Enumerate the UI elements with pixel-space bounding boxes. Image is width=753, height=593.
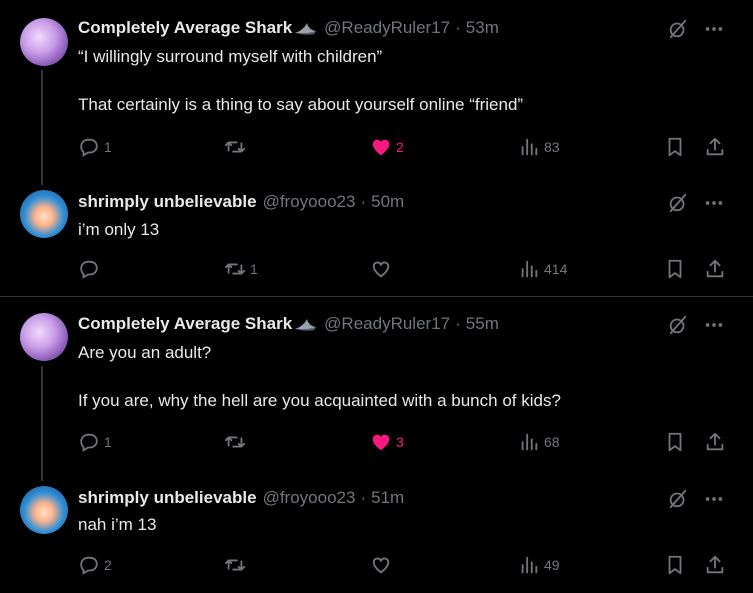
more-icon[interactable] — [703, 192, 725, 214]
display-name[interactable]: Completely Average Shark — [78, 18, 292, 38]
retweet-icon — [224, 263, 246, 275]
bookmark-icon — [668, 137, 682, 157]
retweet-icon — [224, 559, 246, 571]
views-icon — [521, 433, 538, 451]
separator-dot: · — [360, 192, 367, 211]
handle[interactable]: @ReadyRuler17 — [324, 314, 450, 334]
bookmark-button[interactable] — [664, 431, 686, 453]
view-count: 83 — [544, 139, 560, 155]
avatar[interactable] — [20, 18, 68, 66]
more-icon[interactable] — [703, 314, 725, 336]
tweet-text: Are you an adult? If you are, why the he… — [78, 343, 561, 410]
reply-count: 2 — [104, 557, 112, 573]
bookmark-icon — [668, 259, 682, 279]
retweet-count: 1 — [250, 261, 258, 277]
heart-filled-icon — [372, 434, 390, 451]
bookmark-button[interactable] — [664, 554, 686, 576]
like-button[interactable]: 2 — [370, 136, 404, 158]
retweet-button[interactable] — [224, 136, 250, 158]
bookmark-button[interactable] — [664, 258, 686, 280]
reply-icon — [80, 260, 98, 279]
retweet-button[interactable] — [224, 431, 250, 453]
handle[interactable]: @ReadyRuler17 — [324, 18, 450, 38]
grok-icon[interactable] — [667, 314, 689, 336]
reply-icon — [80, 433, 98, 452]
view-count: 414 — [544, 261, 568, 277]
retweet-icon — [224, 141, 246, 153]
separator-dot: · — [455, 18, 461, 37]
like-button[interactable]: 3 — [370, 431, 404, 453]
timestamp[interactable]: 55m — [466, 314, 499, 334]
share-icon — [706, 555, 724, 574]
more-icon[interactable] — [703, 488, 725, 510]
views-icon — [521, 556, 538, 574]
avatar[interactable] — [20, 486, 68, 534]
share-button[interactable] — [704, 554, 726, 576]
reply-count: 1 — [104, 434, 112, 450]
views-button[interactable]: 414 — [518, 258, 567, 280]
retweet-icon — [224, 436, 246, 448]
share-button[interactable] — [704, 136, 726, 158]
reply-count: 1 — [104, 139, 112, 155]
bookmark-icon — [668, 432, 682, 452]
share-icon — [706, 259, 724, 278]
views-button[interactable]: 83 — [518, 136, 560, 158]
separator-dot: · — [455, 314, 461, 333]
timestamp[interactable]: 51m — [371, 488, 404, 508]
share-icon — [706, 432, 724, 451]
heart-icon — [372, 557, 390, 574]
reply-icon — [80, 556, 98, 575]
bookmark-button[interactable] — [664, 136, 686, 158]
tweet[interactable]: shrimply unbelievable @froyooo23 · 50m i… — [0, 176, 753, 296]
like-count: 2 — [396, 139, 404, 155]
bookmark-icon — [668, 555, 682, 575]
handle[interactable]: @froyooo23 — [263, 192, 356, 212]
share-button[interactable] — [704, 431, 726, 453]
tweet-text: nah i’m 13 — [78, 515, 157, 534]
retweet-button[interactable]: 1 — [224, 258, 258, 280]
tweet-text: i’m only 13 — [78, 220, 160, 239]
avatar[interactable] — [20, 313, 68, 361]
like-button[interactable] — [370, 258, 396, 280]
reply-button[interactable]: 1 — [78, 431, 112, 453]
view-count: 68 — [544, 434, 560, 450]
retweet-button[interactable] — [224, 554, 250, 576]
avatar[interactable] — [20, 190, 68, 238]
reply-icon — [80, 138, 98, 157]
views-button[interactable]: 49 — [518, 554, 560, 576]
reply-button[interactable]: 2 — [78, 554, 112, 576]
display-name[interactable]: Completely Average Shark — [78, 314, 292, 334]
display-name[interactable]: shrimply unbelievable — [78, 488, 257, 508]
grok-icon[interactable] — [667, 192, 689, 214]
heart-filled-icon — [372, 139, 390, 156]
heart-icon — [372, 261, 390, 278]
like-count: 3 — [396, 434, 404, 450]
view-count: 49 — [544, 557, 560, 573]
shark-icon — [295, 319, 317, 331]
separator-dot: · — [360, 488, 367, 507]
timestamp[interactable]: 50m — [371, 192, 404, 212]
like-button[interactable] — [370, 554, 396, 576]
share-button[interactable] — [704, 258, 726, 280]
more-icon[interactable] — [703, 18, 725, 40]
tweet-text: “I willingly surround myself with childr… — [78, 47, 524, 114]
handle[interactable]: @froyooo23 — [263, 488, 356, 508]
reply-button[interactable]: 1 — [78, 136, 112, 158]
grok-icon[interactable] — [667, 488, 689, 510]
timestamp[interactable]: 53m — [466, 18, 499, 38]
views-icon — [521, 260, 538, 278]
share-icon — [706, 137, 724, 156]
grok-icon[interactable] — [667, 18, 689, 40]
tweet[interactable]: shrimply unbelievable @froyooo23 · 51m n… — [0, 472, 753, 593]
shark-icon — [295, 23, 317, 35]
display-name[interactable]: shrimply unbelievable — [78, 192, 257, 212]
views-icon — [521, 138, 538, 156]
tweet[interactable]: Completely Average Shark @ReadyRuler17 ·… — [0, 297, 753, 472]
reply-button[interactable] — [78, 258, 104, 280]
views-button[interactable]: 68 — [518, 431, 560, 453]
tweet[interactable]: Completely Average Shark @ReadyRuler17 ·… — [0, 0, 753, 176]
